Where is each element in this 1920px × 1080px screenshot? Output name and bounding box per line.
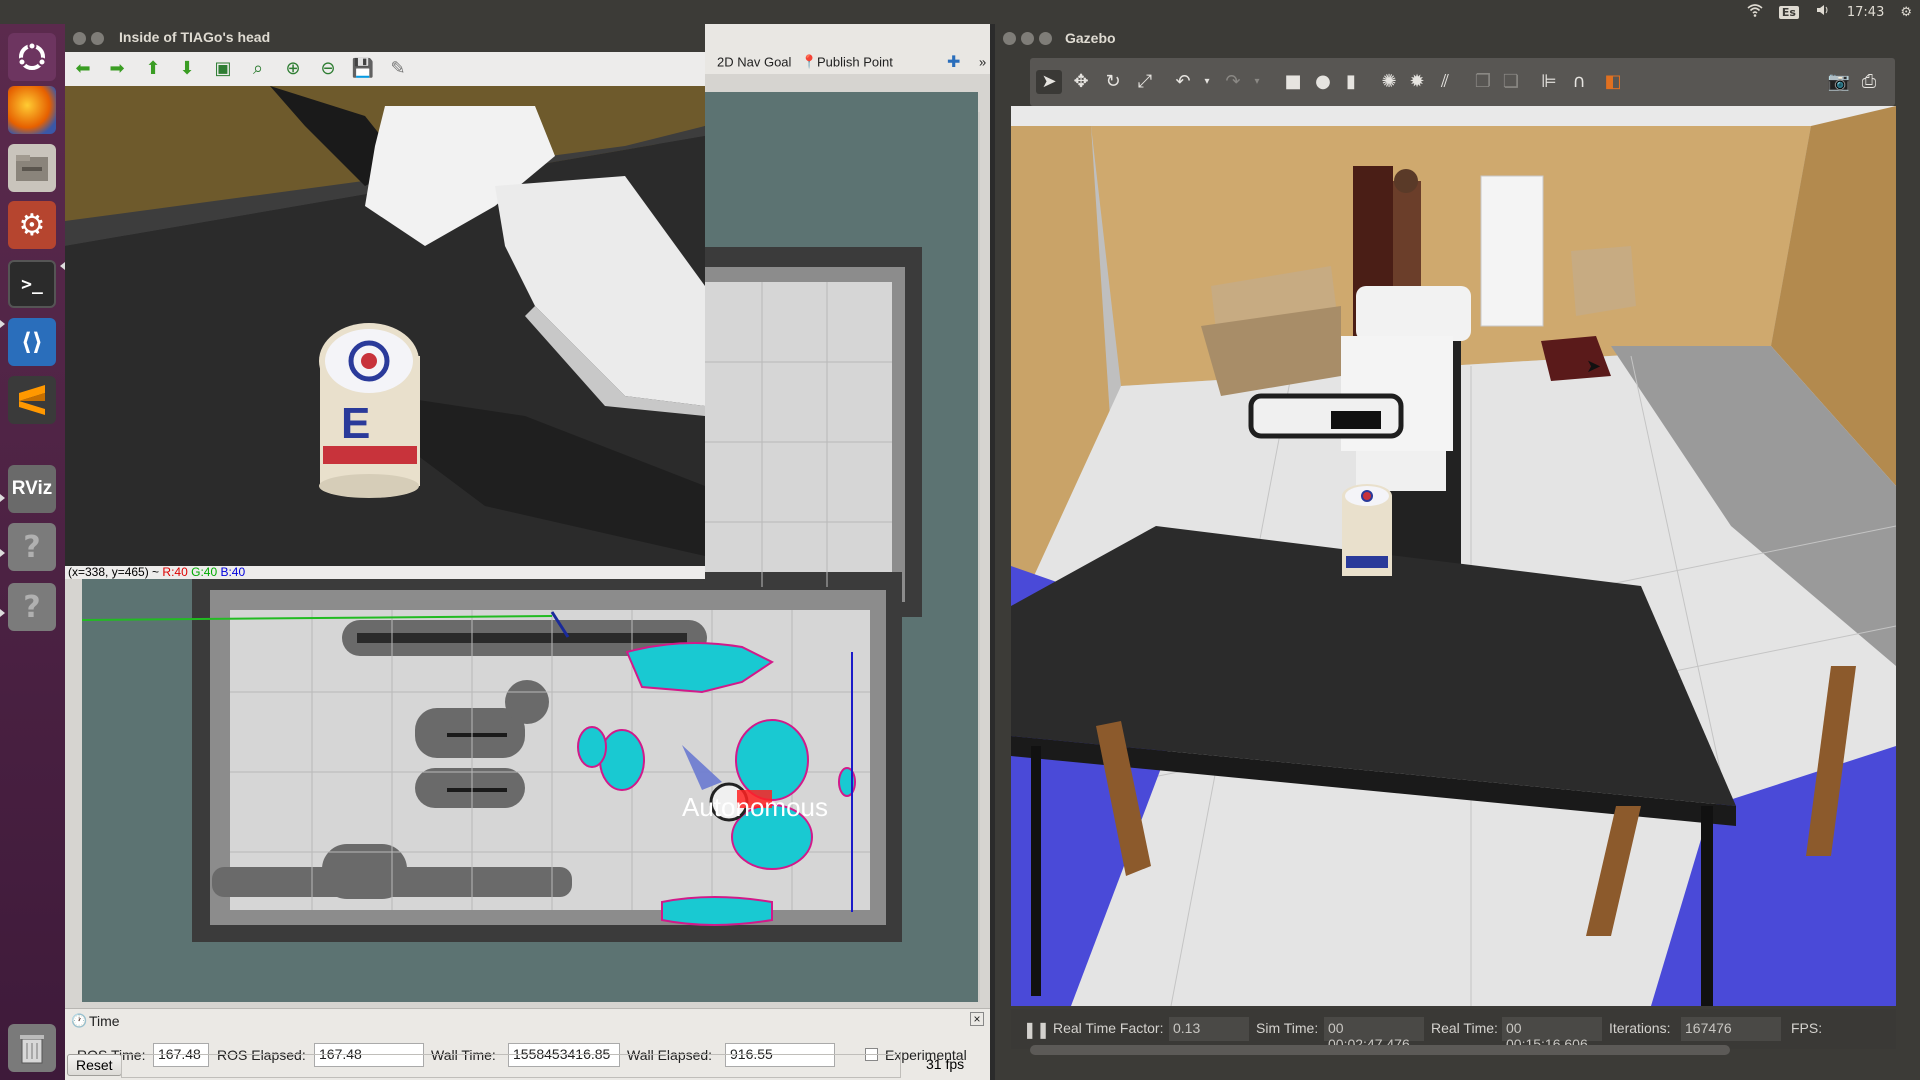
redo-dropdown-icon[interactable]: ▾ [1244, 70, 1270, 94]
firefox-icon[interactable] [8, 86, 56, 134]
rtf-label: Real Time Factor: [1053, 1020, 1164, 1036]
box-shape-icon[interactable]: ■ [1280, 70, 1306, 94]
map-pin-icon: 📍 [801, 54, 818, 69]
undo-icon[interactable]: ↶ [1170, 70, 1196, 94]
sublime-icon[interactable] [8, 376, 56, 424]
unknown-app-icon[interactable]: ? [8, 523, 56, 571]
sim-time-label: Sim Time: [1256, 1020, 1319, 1036]
paste-icon[interactable]: ❏ [1498, 70, 1524, 94]
arrow-right-icon[interactable]: ➡ [105, 59, 129, 79]
arrow-left-icon[interactable]: ⬅ [71, 59, 95, 79]
log-icon[interactable]: ⎙ [1856, 70, 1882, 94]
arrow-up-icon[interactable]: ⬆ [141, 59, 165, 79]
pixel-green: G:40 [191, 565, 218, 579]
camera-image[interactable]: E [65, 86, 705, 566]
select-cursor-icon[interactable]: ➤ [1036, 70, 1062, 94]
fps-label: FPS: [1791, 1020, 1823, 1036]
screenshot-icon[interactable]: 📷 [1826, 70, 1852, 94]
vscode-icon[interactable]: ⟨⟩ [8, 318, 56, 366]
sim-time-value: 00 00:02:47.476 [1324, 1017, 1424, 1052]
zoom-fit-icon[interactable]: ⌕ [246, 59, 270, 79]
translate-icon[interactable]: ✥ [1068, 70, 1094, 94]
maximize-window-icon[interactable] [1039, 32, 1052, 45]
wifi-icon[interactable] [1747, 3, 1763, 21]
real-time-value: 00 00:15:16.606 [1502, 1017, 1602, 1052]
close-window-icon[interactable] [1003, 32, 1016, 45]
image-icon[interactable]: ▣ [211, 59, 235, 79]
time-panel-title: Time [89, 1013, 120, 1029]
redo-icon[interactable]: ↷ [1220, 70, 1246, 94]
window-title: Gazebo [1065, 30, 1116, 46]
pause-icon[interactable]: ❚❚ [1023, 1020, 1050, 1040]
gazebo-status-bar: ❚❚ Real Time Factor: 0.13 Sim Time: 00 0… [1011, 1009, 1896, 1052]
gazebo-toolbar: ➤ ✥ ↻ ⤢ ↶ ▾ ↷ ▾ ■ ● ▮ ✺ ✹ ⫽ ❐ ❏ ⊫ ∩ ◧ 📷 … [1030, 58, 1895, 106]
brush-icon[interactable]: ✎ [386, 59, 410, 79]
gazebo-3d-scene[interactable]: ➤ [1011, 106, 1896, 1006]
svg-text:E: E [341, 399, 370, 448]
scale-icon[interactable]: ⤢ [1132, 70, 1158, 94]
add-tool-icon[interactable]: ✚ [947, 52, 960, 72]
ubuntu-dash-icon[interactable] [8, 33, 56, 81]
reset-button[interactable]: Reset [67, 1054, 122, 1076]
image-view-window: Inside of TIAGo's head ⬅ ➡ ⬆ ⬇ ▣ ⌕ ⊕ ⊖ 💾… [65, 24, 705, 579]
settings-icon[interactable]: ⚙ [8, 201, 56, 249]
save-icon[interactable]: 💾 [351, 59, 375, 79]
arrow-down-icon[interactable]: ⬇ [175, 59, 199, 79]
cylinder-shape-icon[interactable]: ▮ [1338, 70, 1364, 94]
minimize-window-icon[interactable] [1021, 32, 1034, 45]
window-title: Inside of TIAGo's head [119, 29, 271, 45]
close-window-icon[interactable] [73, 32, 86, 45]
real-time-label: Real Time: [1431, 1020, 1498, 1036]
top-panel: Es 17:43 ⚙ [0, 0, 1920, 24]
rviz-toolbar: 2D Nav Goal 📍 Publish Point ✚ » [705, 24, 990, 74]
fps-readout: 31 fps [926, 1056, 965, 1072]
volume-icon[interactable] [1815, 3, 1831, 21]
directional-light-icon[interactable]: ⫽ [1432, 70, 1458, 94]
view-angle-icon[interactable]: ◧ [1600, 70, 1626, 94]
spot-light-icon[interactable]: ✹ [1404, 70, 1430, 94]
clock-icon: 🕐 [71, 1013, 88, 1028]
iterations-label: Iterations: [1609, 1020, 1671, 1036]
pixel-blue: B:40 [220, 565, 246, 579]
image-toolbar: ⬅ ➡ ⬆ ⬇ ▣ ⌕ ⊕ ⊖ 💾 ✎ [65, 52, 705, 86]
clock[interactable]: 17:43 [1847, 5, 1884, 20]
mouse-cursor-icon: ➤ [1586, 356, 1602, 377]
toolbar-overflow[interactable]: » [979, 55, 986, 70]
zoom-out-icon[interactable]: ⊖ [316, 59, 340, 79]
launcher: ⚙ >_ ⟨⟩ RViz ? ? [0, 24, 65, 1080]
minimize-window-icon[interactable] [91, 32, 104, 45]
rtf-value: 0.13 [1169, 1017, 1249, 1041]
copy-icon[interactable]: ❐ [1470, 70, 1496, 94]
align-icon[interactable]: ⊫ [1536, 70, 1562, 94]
pixel-coords: (x=338, y=465) ~ [68, 565, 163, 579]
close-icon[interactable]: × [970, 1012, 984, 1026]
nav-goal-tool[interactable]: 2D Nav Goal [717, 55, 791, 70]
files-icon[interactable] [8, 144, 56, 192]
status-bar [121, 1054, 901, 1078]
gazebo-window: Gazebo ➤ ✥ ↻ ⤢ ↶ ▾ ↷ ▾ ■ ● ▮ ✺ ✹ ⫽ ❐ ❏ ⊫… [995, 24, 1920, 1080]
horizontal-scrollbar[interactable] [1030, 1045, 1730, 1055]
snap-icon[interactable]: ∩ [1566, 70, 1592, 94]
zoom-in-icon[interactable]: ⊕ [281, 59, 305, 79]
robot-status-label: Autonomous [682, 792, 828, 822]
gear-icon[interactable]: ⚙ [1900, 5, 1912, 20]
trash-icon[interactable] [8, 1024, 56, 1072]
terminal-icon[interactable]: >_ [8, 260, 56, 308]
sphere-shape-icon[interactable]: ● [1310, 70, 1336, 94]
unknown-app-icon-2[interactable]: ? [8, 583, 56, 631]
publish-point-tool[interactable]: Publish Point [817, 55, 893, 70]
rviz-icon[interactable]: RViz [8, 465, 56, 513]
point-light-icon[interactable]: ✺ [1376, 70, 1402, 94]
pixel-red: R:40 [162, 565, 188, 579]
keyboard-layout-indicator[interactable]: Es [1778, 5, 1799, 19]
rotate-icon[interactable]: ↻ [1100, 70, 1126, 94]
iterations-value: 167476 [1681, 1017, 1781, 1041]
pixel-info-bar: (x=338, y=465) ~ R:40 G:40 B:40 [65, 566, 705, 579]
undo-dropdown-icon[interactable]: ▾ [1194, 70, 1220, 94]
